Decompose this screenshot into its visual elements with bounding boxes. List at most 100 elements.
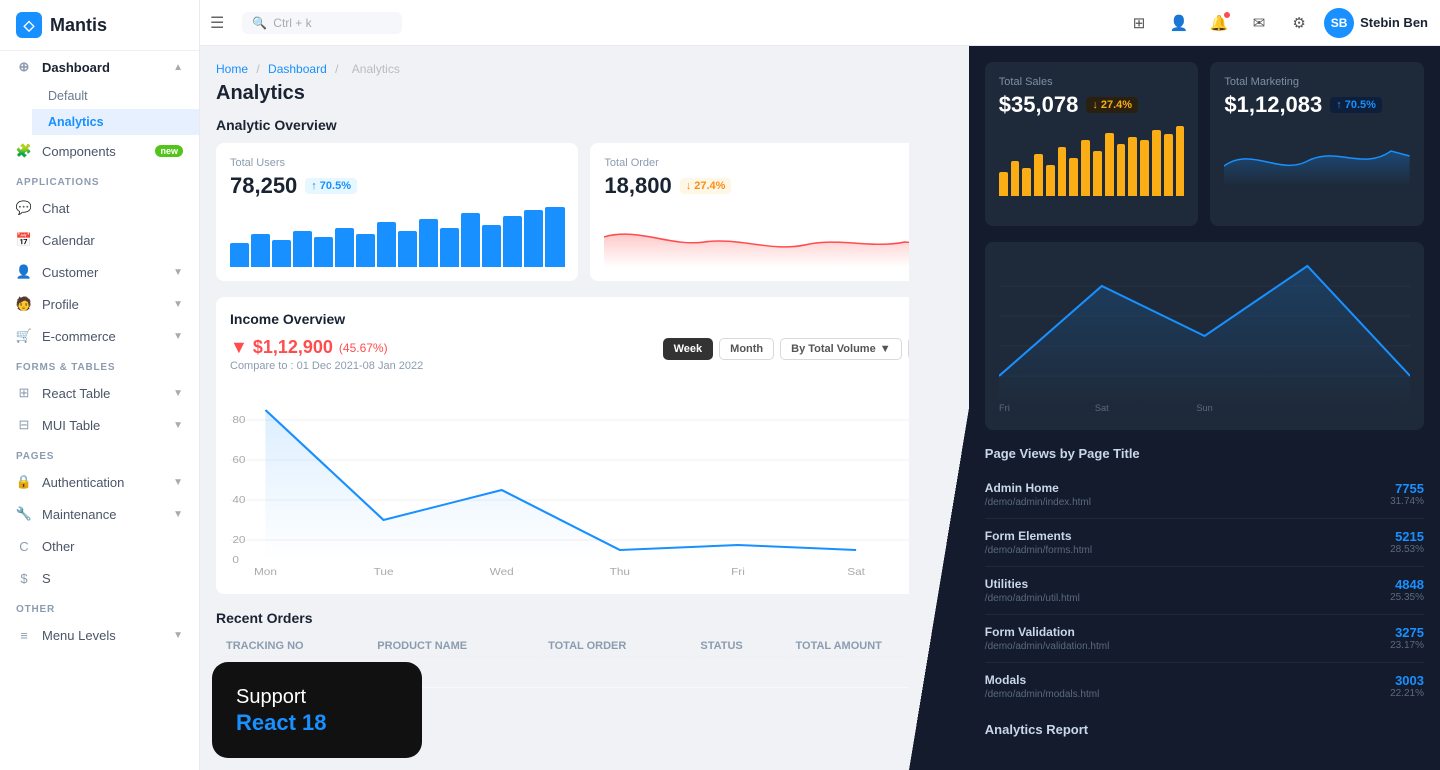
total-users-value-row: 78,250 ↑ 70.5%	[230, 173, 564, 199]
sidebar-logo[interactable]: ◇ Mantis	[0, 0, 199, 51]
sidebar-item-calendar[interactable]: 📅 Calendar	[0, 224, 199, 256]
pv-info-0: Admin Home /demo/admin/index.html	[985, 481, 1091, 508]
month-button[interactable]: Month	[719, 338, 774, 360]
total-users-chart	[230, 207, 564, 267]
bar-3	[272, 240, 291, 267]
page-view-item-2: Utilities /demo/admin/util.html 4848 25.…	[985, 567, 1424, 615]
recent-orders-title: Recent Orders	[216, 610, 953, 626]
analytics-report-label: Analytics Report	[985, 710, 1424, 737]
user-avatar[interactable]: SB Stebin Ben	[1324, 8, 1428, 38]
bar-14	[503, 216, 522, 267]
pv-info-2: Utilities /demo/admin/util.html	[985, 577, 1080, 604]
pv-info-3: Form Validation /demo/admin/validation.h…	[985, 625, 1110, 652]
col-tracking: TRACKING NO	[218, 636, 367, 657]
chevron-menu-icon: ▼	[173, 630, 183, 641]
sidebar-item-customer[interactable]: 👤 Customer ▼	[0, 256, 199, 288]
breadcrumb-dashboard[interactable]: Dashboard	[268, 62, 327, 76]
breadcrumb-home[interactable]: Home	[216, 62, 248, 76]
sidebar-item-mui-table[interactable]: ⊟ MUI Table ▼	[0, 409, 199, 441]
logo-icon: ◇	[16, 12, 42, 38]
svg-text:Tue: Tue	[374, 567, 394, 578]
svg-text:Sun: Sun	[1196, 403, 1212, 413]
profile-icon: 🧑	[16, 296, 32, 312]
total-order-badge: ↓ 27.4%	[680, 178, 732, 194]
content-area: Home / Dashboard / Analytics Analytics A…	[200, 46, 1440, 770]
messages-icon-button[interactable]: ✉	[1244, 8, 1274, 38]
chevron-up-icon: ▲	[173, 62, 183, 73]
sidebar-item-profile[interactable]: 🧑 Profile ▼	[0, 288, 199, 320]
pv-count-3: 3275	[1390, 625, 1424, 640]
total-users-value: 78,250	[230, 173, 297, 199]
pv-pct-0: 31.74%	[1390, 496, 1424, 507]
user-name: Stebin Ben	[1360, 15, 1428, 30]
chevron-auth-icon: ▼	[173, 477, 183, 488]
settings-icon-button[interactable]: ⚙	[1284, 8, 1314, 38]
bar-13	[482, 225, 501, 267]
auth-icon: 🔒	[16, 474, 32, 490]
down-arrow-sales-icon: ↓	[1092, 99, 1098, 111]
notifications-icon-button[interactable]: 🔔	[1204, 8, 1234, 38]
breadcrumb-sep1: /	[256, 62, 259, 76]
sidebar-item-default[interactable]: Default	[32, 83, 199, 109]
total-users-badge: ↑ 70.5%	[305, 178, 357, 194]
total-sales-badge: ↓ 27.4%	[1086, 97, 1138, 113]
sidebar-item-chat[interactable]: 💬 Chat	[0, 192, 199, 224]
sidebar-item-other2[interactable]: $ S	[0, 562, 199, 594]
svg-text:Fri: Fri	[731, 567, 745, 578]
bar-12	[461, 213, 480, 267]
pv-right-2: 4848 25.35%	[1390, 577, 1424, 603]
pv-url-3: /demo/admin/validation.html	[985, 641, 1110, 652]
up-arrow-icon: ↑	[311, 180, 317, 192]
col-total-amount: TOTAL AMOUNT	[788, 636, 951, 657]
apps-icon-button[interactable]: ⊞	[1124, 8, 1154, 38]
sidebar-item-components[interactable]: 🧩 Components new	[0, 135, 199, 167]
page-view-item-1: Form Elements /demo/admin/forms.html 521…	[985, 519, 1424, 567]
sidebar-item-authentication[interactable]: 🔒 Authentication ▼	[0, 466, 199, 498]
support-banner[interactable]: Support React 18	[212, 662, 422, 758]
menu-levels-icon: ≡	[16, 627, 32, 643]
pv-url-0: /demo/admin/index.html	[985, 497, 1091, 508]
search-bar[interactable]: 🔍 Ctrl + k	[242, 12, 402, 34]
income-overview-title: Income Overview	[230, 311, 939, 327]
total-marketing-chart	[1224, 126, 1410, 186]
bar-6	[335, 228, 354, 267]
total-order-label: Total Order	[604, 157, 938, 169]
bar-8	[377, 222, 396, 267]
total-marketing-value: $1,12,083	[1224, 92, 1322, 118]
other1-icon: C	[16, 538, 32, 554]
total-marketing-value-row: $1,12,083 ↑ 70.5%	[1224, 92, 1410, 118]
total-marketing-badge: ↑ 70.5%	[1330, 97, 1382, 113]
sidebar-item-analytics[interactable]: Analytics	[32, 109, 199, 135]
dark-bar-1	[999, 172, 1008, 197]
bar-11	[440, 228, 459, 267]
sidebar-item-dashboard[interactable]: ⊕ Dashboard ▲	[0, 51, 199, 83]
other2-icon: $	[16, 570, 32, 586]
chat-icon: 💬	[16, 200, 32, 216]
dark-bar-9	[1093, 151, 1102, 197]
income-compare: Compare to : 01 Dec 2021-08 Jan 2022	[230, 360, 423, 372]
week-button[interactable]: Week	[663, 338, 714, 360]
pv-pct-3: 23.17%	[1390, 640, 1424, 651]
pv-right-3: 3275 23.17%	[1390, 625, 1424, 651]
page-views-list: Admin Home /demo/admin/index.html 7755 3…	[985, 471, 1424, 710]
menu-toggle-button[interactable]: ☰	[200, 7, 234, 39]
sidebar-item-ecommerce[interactable]: 🛒 E-commerce ▼	[0, 320, 199, 352]
breadcrumb-current: Analytics	[352, 62, 400, 76]
profile-icon-button[interactable]: 👤	[1164, 8, 1194, 38]
total-sales-value-row: $35,078 ↓ 27.4%	[999, 92, 1185, 118]
chevron-customer-icon: ▼	[173, 267, 183, 278]
stat-card-total-order: Total Order 18,800 ↓ 27.4%	[590, 143, 952, 281]
total-sales-label: Total Sales	[999, 76, 1185, 88]
volume-button[interactable]: By Total Volume ▼	[780, 338, 901, 360]
total-sales-chart	[999, 126, 1185, 196]
sidebar-item-menu-levels[interactable]: ≡ Menu Levels ▼	[0, 619, 199, 651]
sidebar-item-react-table[interactable]: ⊞ React Table ▼	[0, 377, 199, 409]
sidebar-item-maintenance[interactable]: 🔧 Maintenance ▼	[0, 498, 199, 530]
svg-text:Sat: Sat	[1095, 403, 1109, 413]
total-order-chart	[604, 207, 938, 267]
income-info: ▼ $1,12,900 (45.67%) Compare to : 01 Dec…	[230, 337, 423, 372]
up-arrow-marketing-icon: ↑	[1336, 99, 1342, 111]
sidebar-item-other1[interactable]: C Other	[0, 530, 199, 562]
svg-text:Wed: Wed	[490, 567, 514, 578]
download-button[interactable]: ⬇	[908, 337, 939, 360]
